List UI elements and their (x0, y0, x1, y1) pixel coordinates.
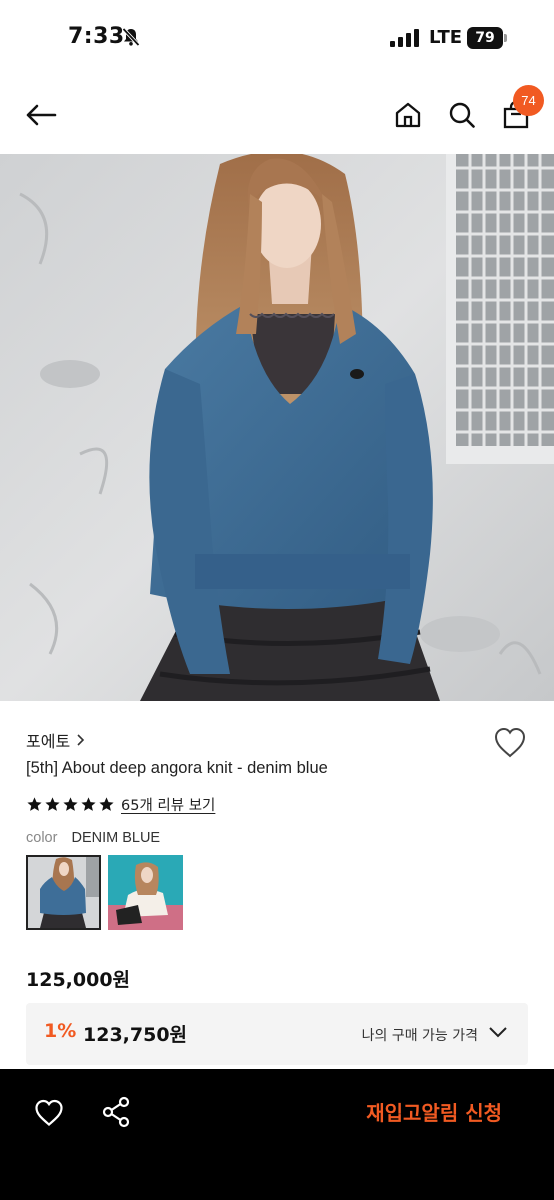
restock-alert-button[interactable]: 재입고알림 신청 (366, 1097, 502, 1126)
rating-stars (26, 796, 115, 813)
product-photo (0, 154, 554, 701)
search-icon (449, 102, 475, 128)
heart-icon[interactable] (33, 1097, 65, 1129)
brand-link[interactable]: 포에토 (26, 728, 86, 752)
signal-icon (390, 29, 419, 47)
my-price-dropdown[interactable]: 1% 123,750원 나의 구매 가능 가격 (26, 1003, 528, 1065)
home-button[interactable] (389, 96, 427, 134)
product-title: [5th] About deep angora knit - denim blu… (26, 759, 328, 777)
color-label: color (26, 830, 58, 846)
discount-price: 123,750원 (83, 1024, 188, 1046)
rating-row: 65개 리뷰 보기 (26, 794, 215, 815)
color-swatch-denim-blue[interactable] (26, 855, 101, 930)
brand-name: 포에토 (26, 732, 71, 751)
battery-level: 79 (467, 27, 503, 49)
discount-percent: 1% (44, 1020, 77, 1042)
back-button[interactable] (22, 96, 60, 134)
color-row: color DENIM BLUE (26, 830, 160, 846)
color-value: DENIM BLUE (71, 830, 161, 846)
product-main-image[interactable] (0, 154, 554, 701)
swatch-image (28, 857, 99, 928)
original-price: 125,000원 (26, 969, 131, 991)
heart-icon[interactable] (492, 725, 528, 761)
star-icon (99, 797, 114, 811)
star-icon (45, 797, 60, 811)
status-bar: 7:33 LTE 79 (0, 0, 554, 76)
search-button[interactable] (443, 96, 481, 134)
chevron-down-icon (489, 1027, 507, 1038)
home-icon (395, 102, 421, 128)
status-time: 7:33 (68, 24, 125, 49)
cart-count-badge: 74 (513, 85, 544, 116)
swatch-image (108, 855, 183, 930)
battery-icon: 79 (467, 27, 507, 49)
color-swatch-white[interactable] (108, 855, 183, 930)
star-icon (27, 797, 42, 811)
star-icon (63, 797, 78, 811)
network-type: LTE (429, 27, 463, 48)
star-icon (81, 797, 96, 811)
review-link[interactable]: 65개 리뷰 보기 (121, 794, 215, 815)
back-arrow-icon (26, 104, 57, 126)
top-nav (0, 76, 554, 154)
bell-off-icon (122, 27, 140, 47)
share-icon[interactable] (100, 1096, 132, 1128)
bottom-action-bar: 재입고알림 신청 (0, 1069, 554, 1200)
chevron-right-icon (77, 734, 85, 746)
my-price-label: 나의 구매 가능 가격 (361, 1028, 478, 1044)
